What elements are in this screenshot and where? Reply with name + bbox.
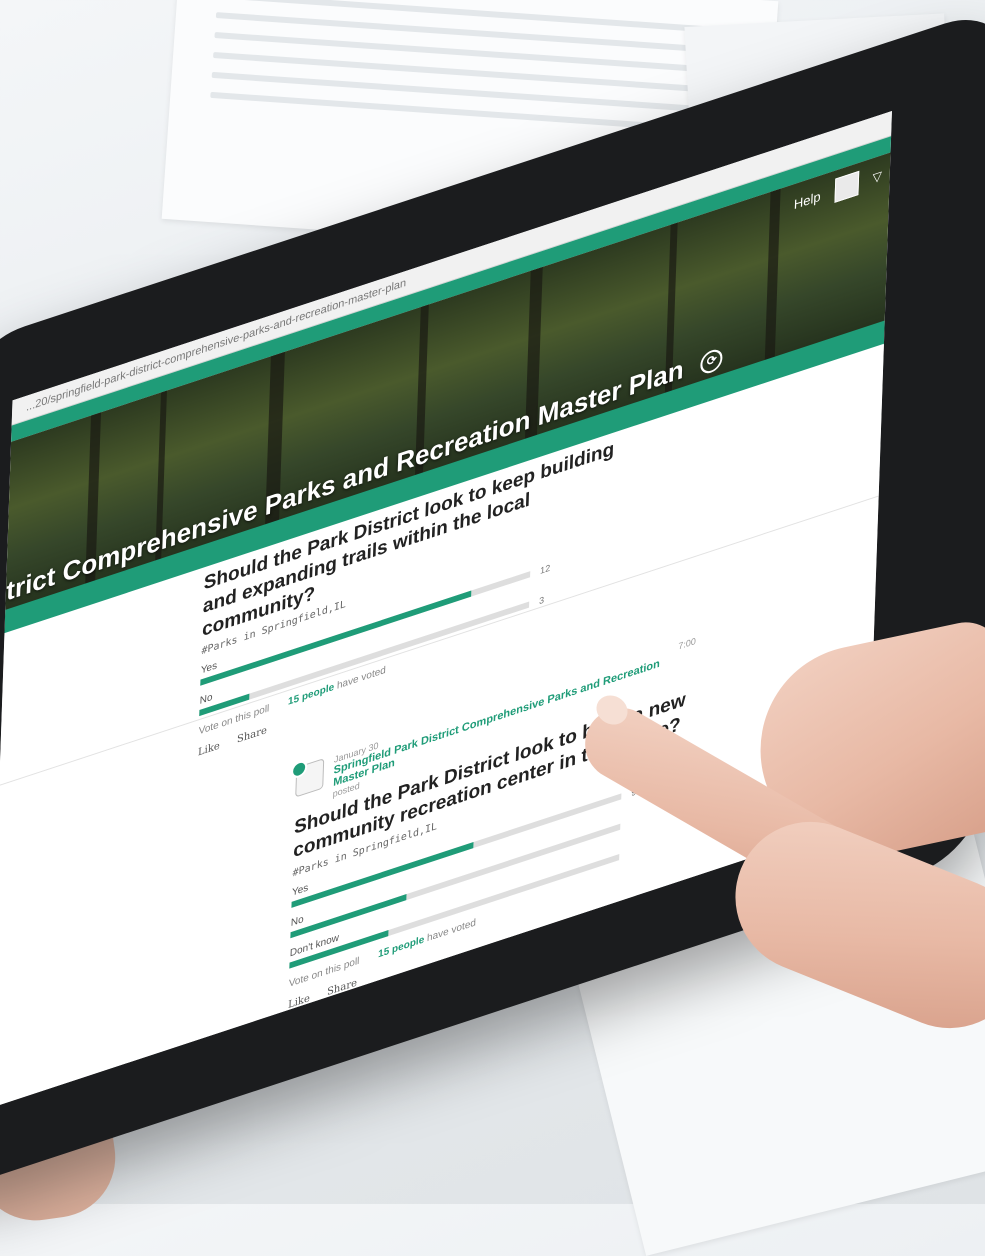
group-avatar[interactable] bbox=[295, 758, 325, 798]
option-count: 3 bbox=[538, 594, 545, 607]
help-link[interactable]: Help bbox=[794, 188, 821, 212]
share-button[interactable]: Share bbox=[237, 725, 267, 746]
like-button[interactable]: Like bbox=[198, 741, 220, 759]
avatar[interactable] bbox=[834, 170, 860, 203]
option-count: 12 bbox=[539, 562, 551, 577]
like-button[interactable]: Like bbox=[288, 992, 310, 1010]
share-button[interactable]: Share bbox=[327, 977, 357, 998]
follow-icon[interactable]: ⟳ bbox=[700, 346, 724, 377]
chevron-down-icon[interactable]: ▽ bbox=[872, 168, 882, 185]
